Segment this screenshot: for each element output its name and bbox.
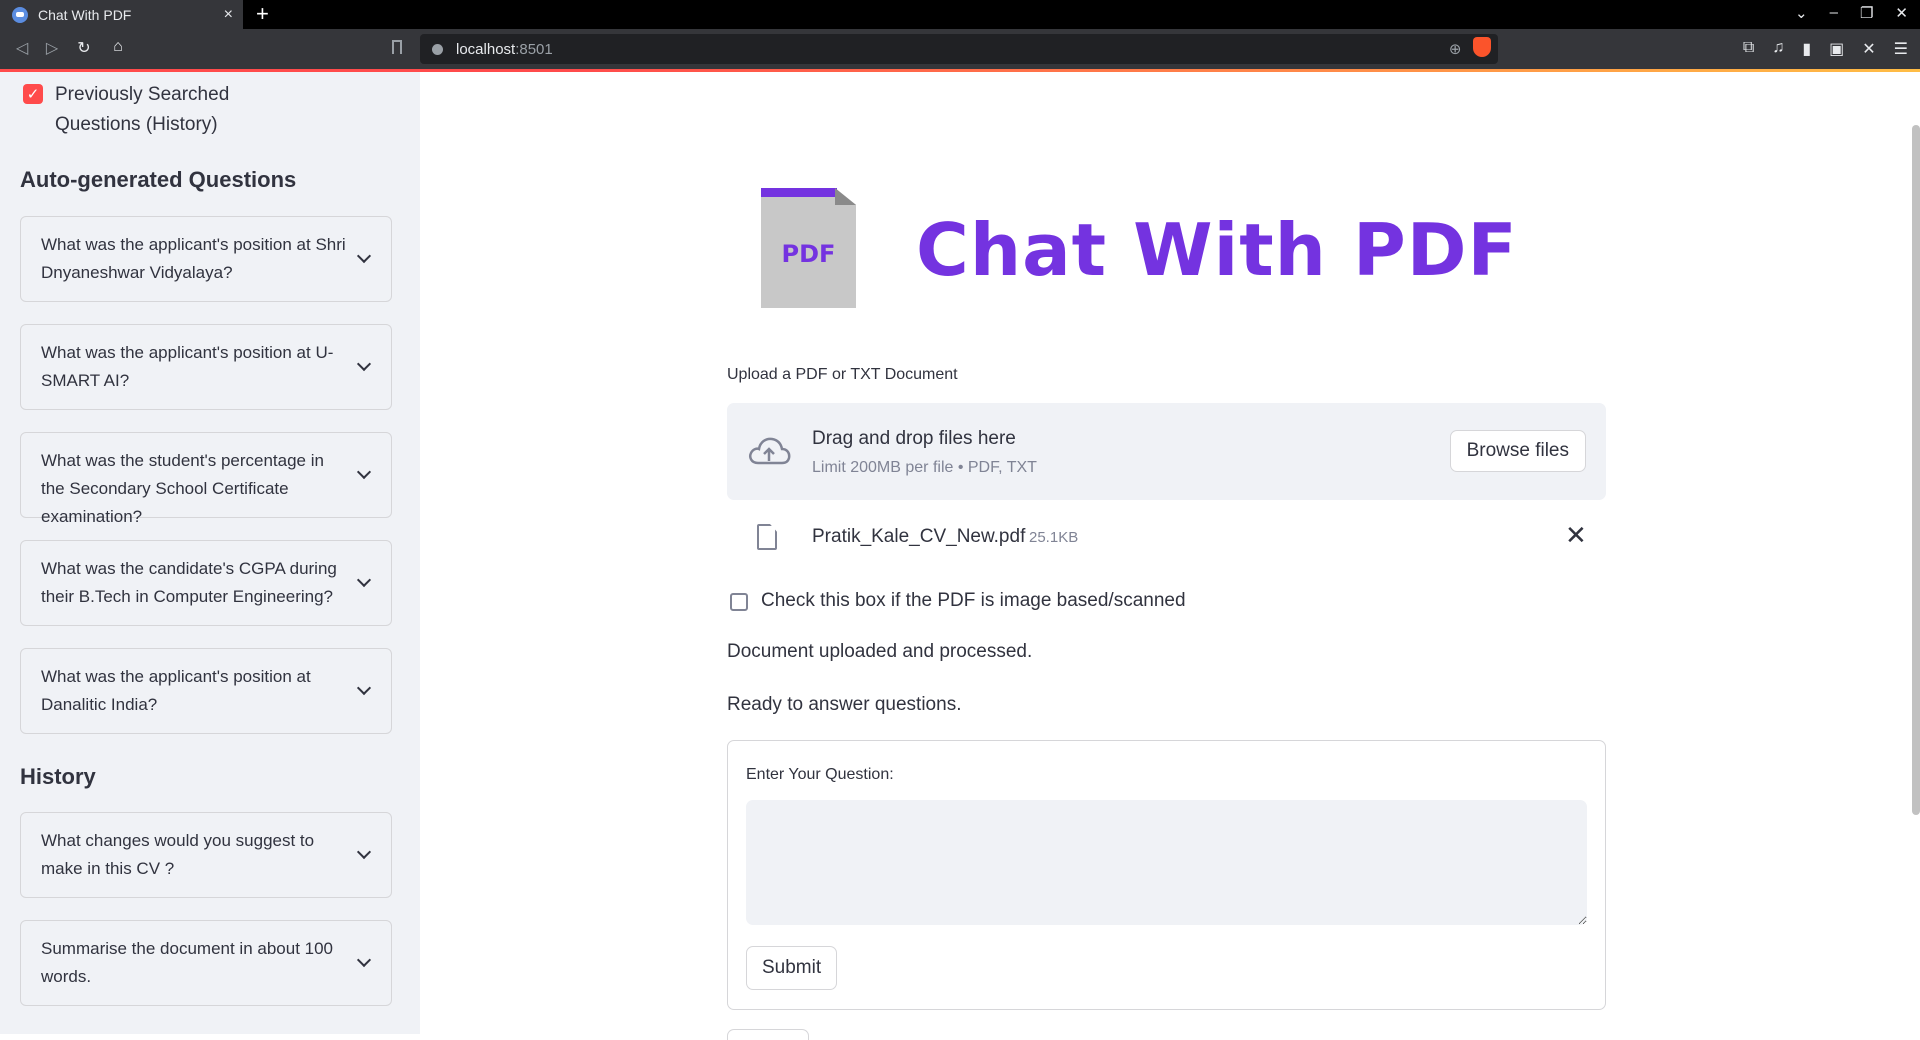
auto-question-expander[interactable]: What was the applicant's position at U-S… [20, 324, 392, 410]
browse-files-button[interactable]: Browse files [1449, 430, 1586, 472]
auto-question-expander[interactable]: What was the applicant's position at Dan… [20, 648, 392, 734]
chevron-down-icon [356, 952, 372, 968]
toolbar-actions: ⧉ ♫ ▮ ▣ ✕ ☰ [1743, 39, 1908, 59]
history-question-expander[interactable]: Summarise the document in about 100 word… [20, 920, 392, 1006]
url-host: localhost [456, 40, 516, 58]
menu-icon[interactable]: ☰ [1894, 39, 1908, 59]
chevron-down-icon [356, 680, 372, 696]
history-heading: History [20, 764, 96, 789]
chevron-down-icon [356, 356, 372, 372]
question-label: Enter Your Question: [746, 766, 894, 783]
cloud-upload-icon [749, 437, 791, 465]
new-tab-button[interactable]: + [256, 2, 269, 26]
expander-label: What was the applicant's position at U-S… [41, 343, 334, 390]
pdf-logo-label: PDF [781, 240, 836, 268]
browser-tab[interactable]: Chat With PDF × [0, 0, 243, 29]
question-form: Enter Your Question: Submit [727, 740, 1606, 1010]
status-ready: Ready to answer questions. [727, 694, 962, 715]
dropzone-limit: Limit 200MB per file • PDF, TXT [812, 459, 1037, 476]
file-icon [757, 524, 777, 550]
submit-button[interactable]: Submit [746, 946, 838, 990]
auto-questions-heading: Auto-generated Questions [20, 167, 297, 192]
uploaded-file-row: Pratik_Kale_CV_New.pdf 25.1KB ✕ [727, 518, 1606, 558]
pdf-logo: PDF [761, 188, 856, 308]
question-input[interactable] [746, 800, 1587, 925]
expander-label: What was the applicant's position at Dan… [41, 667, 311, 714]
chevron-down-icon [356, 248, 372, 264]
extensions-icon[interactable]: ⧉ [1743, 39, 1754, 59]
tab-title: Chat With PDF [38, 6, 132, 23]
sidebar-toggle-icon[interactable]: ▮ [1802, 39, 1811, 59]
chevron-down-icon [356, 844, 372, 860]
status-processed: Document uploaded and processed. [727, 641, 1033, 662]
dropzone-title: Drag and drop files here [812, 428, 1016, 449]
history-checkbox[interactable]: ✓ [23, 84, 43, 104]
leo-icon[interactable]: ✕ [1862, 39, 1875, 59]
upload-label: Upload a PDF or TXT Document [727, 366, 958, 383]
scanned-pdf-checkbox[interactable] [730, 593, 748, 611]
auto-question-expander[interactable]: What was the applicant's position at Shr… [20, 216, 392, 302]
zoom-icon[interactable]: ⊕ [1449, 40, 1462, 58]
back-icon[interactable]: ◁ [12, 38, 32, 58]
browser-tabbar: Chat With PDF × + ⌄ – ❐ ✕ [0, 0, 1920, 29]
auto-question-expander[interactable]: What was the candidate's CGPA during the… [20, 540, 392, 626]
page-scrollbar[interactable] [1912, 125, 1920, 815]
page-title: Chat With PDF [916, 208, 1518, 292]
bookmark-icon[interactable] [392, 40, 402, 54]
restore-icon[interactable]: ❐ [1860, 4, 1873, 22]
home-icon[interactable]: ⌂ [108, 38, 128, 56]
uploaded-file-name: Pratik_Kale_CV_New.pdf [812, 526, 1026, 547]
site-info-icon[interactable] [432, 43, 443, 55]
streamlit-favicon-icon [12, 6, 28, 23]
browser-toolbar: ◁ ▷ ↻ ⌂ localhost:8501 ⊕ ⋖ ⧉ ♫ ▮ ▣ ✕ ☰ [0, 29, 1920, 69]
chevron-down-icon [356, 572, 372, 588]
minimize-icon[interactable]: – [1830, 4, 1838, 22]
sidebar: ✓ Previously Searched Questions (History… [0, 72, 420, 1034]
remove-file-icon[interactable]: ✕ [1565, 520, 1587, 551]
window-controls: ⌄ – ❐ ✕ [1795, 4, 1908, 22]
forward-icon[interactable]: ▷ [42, 38, 62, 58]
auto-question-expander[interactable]: What was the student's percentage in the… [20, 432, 392, 526]
close-window-icon[interactable]: ✕ [1895, 4, 1908, 22]
scanned-pdf-label[interactable]: Check this box if the PDF is image based… [761, 590, 1186, 612]
tab-close-icon[interactable]: × [224, 6, 233, 24]
pdf-logo-bar [761, 188, 837, 197]
expander-label: Summarise the document in about 100 word… [41, 939, 334, 986]
expander-label: What changes would you suggest to make i… [41, 831, 315, 878]
expander-label: What was the candidate's CGPA during the… [41, 559, 337, 606]
address-bar[interactable]: localhost:8501 ⊕ ⋖ [420, 34, 1498, 64]
brave-shields-icon[interactable] [1473, 37, 1491, 57]
file-dropzone[interactable]: Drag and drop files here Limit 200MB per… [727, 403, 1606, 500]
expander-label: What was the student's percentage in the… [41, 451, 324, 526]
media-icon[interactable]: ♫ [1772, 39, 1784, 59]
chevron-down-icon [356, 464, 372, 480]
url-port: :8501 [515, 40, 553, 58]
uploaded-file-size: 25.1KB [1029, 529, 1079, 546]
next-element-partial [727, 1029, 809, 1040]
history-checkbox-label[interactable]: Previously Searched Questions (History) [55, 80, 275, 140]
wallet-icon[interactable]: ▣ [1829, 39, 1844, 59]
tab-list-chevron-icon[interactable]: ⌄ [1795, 4, 1808, 22]
history-question-expander[interactable]: What changes would you suggest to make i… [20, 812, 392, 898]
expander-label: What was the applicant's position at Shr… [41, 235, 346, 282]
reload-icon[interactable]: ↻ [74, 38, 94, 58]
